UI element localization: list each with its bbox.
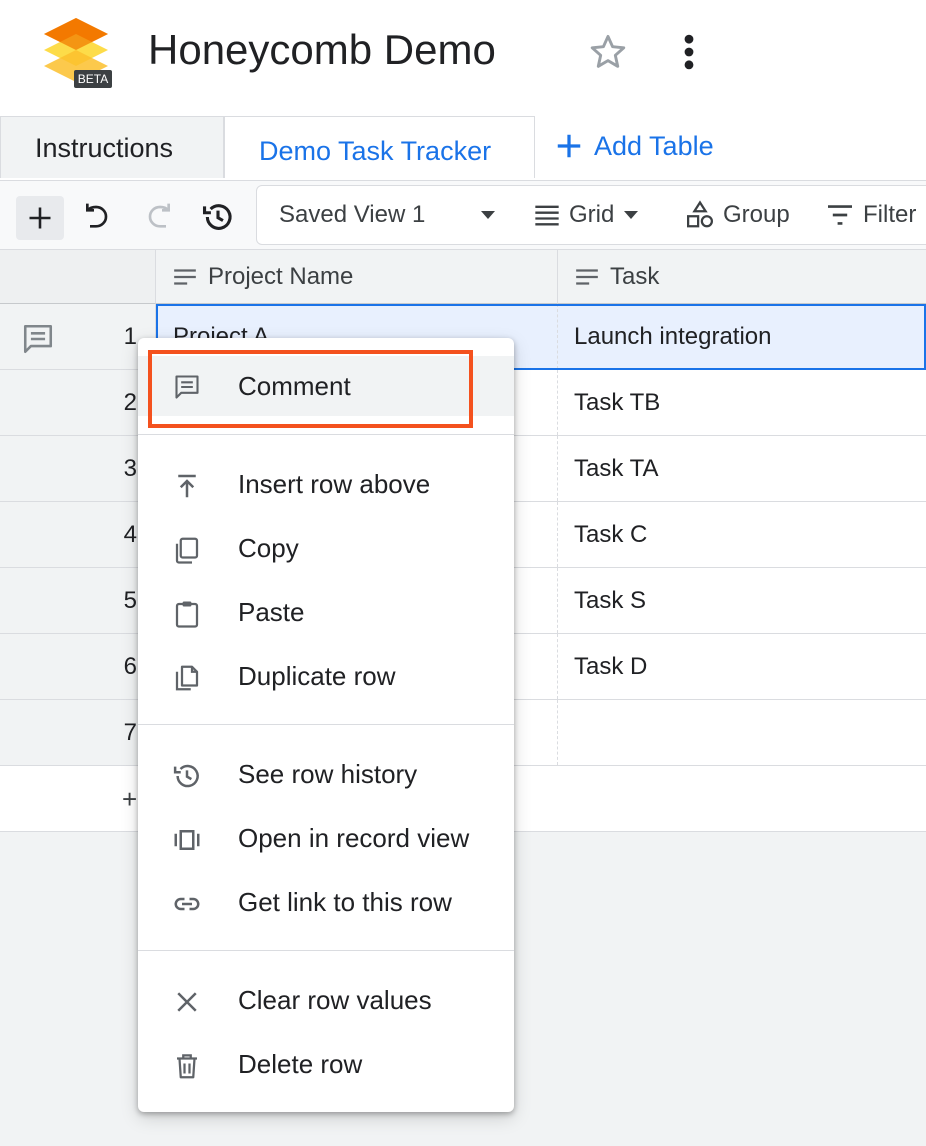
add-row-plus: + — [122, 784, 138, 814]
doc-title[interactable]: Honeycomb Demo — [148, 24, 496, 76]
row-number: 7 — [123, 719, 137, 746]
row-context-menu: Comment Insert row above Copy Paste Dupl… — [138, 338, 514, 1112]
copy-icon — [175, 537, 199, 564]
menu-item-see-row-history[interactable]: See row history — [138, 744, 514, 804]
row-number: 1 — [123, 323, 137, 350]
paste-icon — [175, 601, 199, 628]
menu-item-label: See row history — [238, 759, 418, 789]
saved-view-select[interactable]: Saved View 1 — [279, 186, 497, 244]
saved-view-label: Saved View 1 — [279, 201, 426, 228]
trash-icon — [177, 1054, 197, 1079]
menu-item-comment[interactable]: Comment — [138, 356, 514, 416]
menu-item-label: Comment — [238, 371, 351, 401]
group-label: Group — [723, 201, 790, 228]
plus-icon — [557, 134, 581, 158]
cell-task[interactable]: Task C — [558, 502, 926, 567]
more-vert-icon[interactable] — [672, 30, 706, 74]
menu-item-copy[interactable]: Copy — [138, 518, 514, 578]
insert-above-icon — [178, 474, 196, 498]
link-icon — [174, 897, 200, 911]
grid-list-icon — [535, 205, 559, 226]
menu-item-insert-row-above[interactable]: Insert row above — [138, 454, 514, 514]
menu-item-label: Insert row above — [238, 469, 431, 499]
menu-item-label: Delete row — [238, 1049, 363, 1079]
caret-down-icon — [624, 211, 639, 219]
filter-icon — [828, 205, 852, 225]
menu-item-label: Copy — [238, 533, 299, 563]
row-header[interactable]: 7 — [0, 700, 156, 765]
comment-icon — [175, 375, 199, 399]
menu-item-clear-row-values[interactable]: Clear row values — [138, 970, 514, 1030]
add-row-button[interactable] — [16, 196, 64, 240]
grid-label: Grid — [569, 201, 615, 228]
record-view-icon — [174, 830, 200, 850]
menu-item-get-link[interactable]: Get link to this row — [138, 872, 514, 932]
menu-separator — [138, 434, 514, 435]
app-header: BETA Honeycomb Demo — [0, 0, 926, 114]
column-header-project-name[interactable]: Project Name — [156, 250, 558, 304]
grid-corner — [0, 250, 156, 304]
comment-icon[interactable] — [20, 322, 56, 356]
cell-task[interactable] — [558, 700, 926, 765]
menu-separator — [138, 724, 514, 725]
menu-item-label: Open in record view — [238, 823, 470, 853]
menu-item-label: Paste — [238, 597, 305, 627]
cell-task[interactable]: Task TB — [558, 370, 926, 435]
menu-item-open-record-view[interactable]: Open in record view — [138, 808, 514, 868]
view-controls: Saved View 1 Grid Group Filter — [256, 185, 926, 245]
column-header-task[interactable]: Task — [558, 250, 926, 304]
redo-icon[interactable] — [140, 201, 176, 233]
row-number: 5 — [123, 587, 137, 614]
row-header[interactable]: 2 — [0, 370, 156, 435]
filter-button[interactable]: Filter — [825, 186, 916, 244]
add-table-label: Add Table — [594, 130, 714, 161]
row-header[interactable]: 6 — [0, 634, 156, 699]
cell-task[interactable]: Launch integration — [558, 304, 926, 369]
menu-item-label: Clear row values — [238, 985, 432, 1015]
row-number: 2 — [123, 389, 137, 416]
plus-icon — [29, 207, 51, 229]
row-number: 4 — [123, 521, 137, 548]
tab-instructions[interactable]: Instructions — [0, 116, 224, 178]
cell-task[interactable]: Task D — [558, 634, 926, 699]
beta-badge: BETA — [74, 70, 112, 88]
text-field-icon — [174, 268, 196, 285]
undo-icon[interactable] — [80, 201, 116, 233]
text-field-icon — [576, 268, 598, 285]
duplicate-icon — [175, 665, 199, 691]
menu-item-paste[interactable]: Paste — [138, 582, 514, 642]
filter-label: Filter — [863, 201, 917, 228]
row-header[interactable]: 4 — [0, 502, 156, 567]
clear-icon — [177, 992, 197, 1012]
column-header-label: Project Name — [208, 262, 354, 290]
add-table-button[interactable]: Add Table — [554, 128, 714, 164]
group-button[interactable]: Group — [685, 186, 790, 244]
star-icon[interactable] — [586, 30, 630, 74]
table-tabs: Instructions Demo Task Tracker Add Table — [0, 114, 926, 180]
menu-separator — [138, 950, 514, 951]
grid-view-select[interactable]: Grid — [533, 186, 640, 244]
cell-task[interactable]: Task TA — [558, 436, 926, 501]
menu-item-delete-row[interactable]: Delete row — [138, 1034, 514, 1094]
column-header-label: Task — [610, 262, 660, 290]
history-icon — [173, 764, 199, 788]
row-header[interactable]: 5 — [0, 568, 156, 633]
row-number: 6 — [123, 653, 137, 680]
menu-item-label: Get link to this row — [238, 887, 452, 917]
row-number: 3 — [123, 455, 137, 482]
caret-down-icon — [481, 211, 496, 219]
row-header[interactable]: 3 — [0, 436, 156, 501]
menu-item-label: Duplicate row — [238, 661, 396, 691]
history-icon[interactable] — [200, 200, 236, 234]
group-shapes-icon — [687, 200, 713, 228]
menu-item-duplicate-row[interactable]: Duplicate row — [138, 646, 514, 706]
toolbar: Saved View 1 Grid Group Filter — [0, 180, 926, 250]
row-header[interactable]: 1 — [0, 304, 156, 369]
cell-task[interactable]: Task S — [558, 568, 926, 633]
tab-demo-task-tracker[interactable]: Demo Task Tracker — [224, 116, 535, 178]
